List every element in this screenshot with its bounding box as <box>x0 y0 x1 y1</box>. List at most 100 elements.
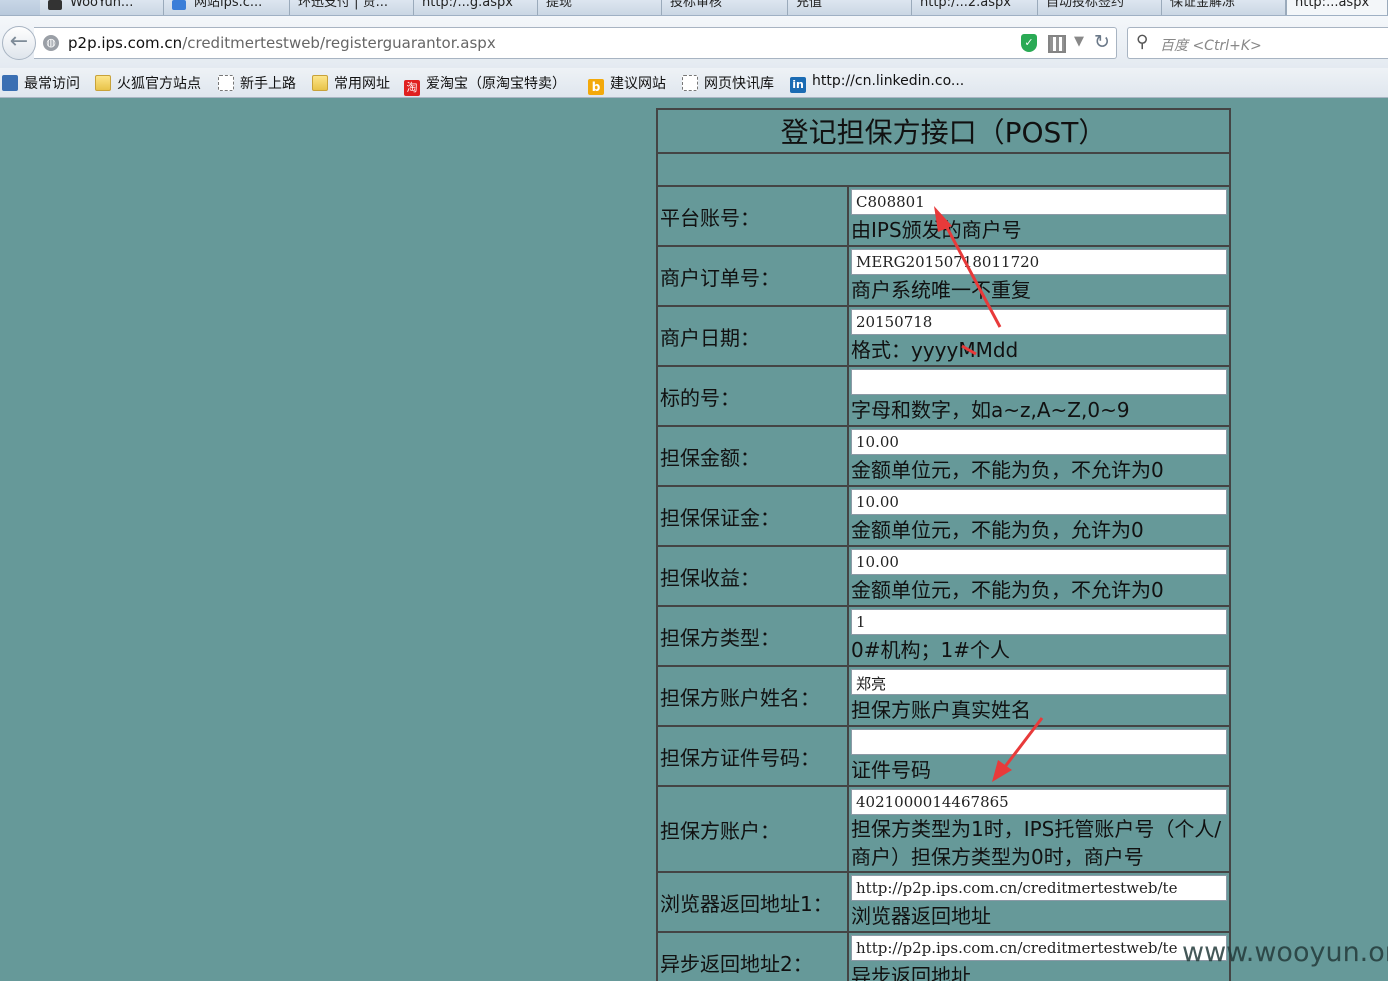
form-row-guarantor-account-name: 担保方账户姓名： 郑亮担保方账户真实姓名 <box>656 665 1231 727</box>
form-row-guarantee-amount: 担保金额： 10.00 金额单位元，不能为负，不允许为0 <box>656 425 1231 487</box>
tab-ips-pay[interactable]: 环迅支付 | 贷... <box>290 0 414 15</box>
field-label: 担保金额： <box>656 425 849 487</box>
field-hint: 0#机构；1#个人 <box>851 638 1010 662</box>
bookmark-firefox-site[interactable]: 火狐官方站点 <box>95 73 201 93</box>
bookmark-suggested-sites[interactable]: b 建议网站 <box>588 73 666 95</box>
bookmark-aitaobao[interactable]: 淘爱淘宝（原淘宝特卖） <box>404 73 566 96</box>
tab-deposit-unfreeze[interactable]: 保证金解冻 <box>1162 0 1286 15</box>
bookmark-getting-started[interactable]: 新手上路 <box>218 73 296 93</box>
form-row-guarantor-id-no: 担保方证件号码： 证件号码 <box>656 725 1231 787</box>
tab-page-g[interactable]: http:/...g.aspx <box>414 0 538 15</box>
address-bar[interactable]: ◍ p2p.ips.com.cn/creditmertestweb/regist… <box>34 27 1117 59</box>
field-hint: 担保方账户真实姓名 <box>851 698 1031 722</box>
form-row-bid-no: 标的号： 字母和数字，如a~z,A~Z,0~9 <box>656 365 1231 427</box>
bing-icon: b <box>588 79 604 95</box>
bookmarks-bar: 最常访问 火狐官方站点 新手上路 常用网址 淘爱淘宝（原淘宝特卖） b 建议网站 … <box>0 68 1388 98</box>
tab-bar: WooYun... 网站ips.c... 环迅支付 | 贷... http:/.… <box>0 0 1388 16</box>
tab-bid-review[interactable]: 投标审核 <box>662 0 788 15</box>
merchant-order-no-input[interactable]: MERG20150718011720 <box>851 249 1227 275</box>
platform-account-input[interactable]: C808801 <box>851 189 1227 215</box>
field-hint: 金额单位元，不能为负，不允许为0 <box>851 458 1164 482</box>
tab-active[interactable]: http:...aspx <box>1286 0 1388 15</box>
form-row-browser-return-url: 浏览器返回地址1： http://p2p.ips.com.cn/creditme… <box>656 871 1231 933</box>
page-icon <box>218 75 234 91</box>
field-label: 商户日期： <box>656 305 849 367</box>
field-hint: 异步返回地址 <box>851 964 971 981</box>
merchant-date-input[interactable]: 20150718 <box>851 309 1227 335</box>
ips-favicon-icon <box>172 0 186 10</box>
reload-icon[interactable]: ↻ <box>1094 31 1110 53</box>
browser-return-url-input[interactable]: http://p2p.ips.com.cn/creditmertestweb/t… <box>851 875 1227 901</box>
field-hint: 证件号码 <box>851 758 931 782</box>
guarantor-account-name-input[interactable]: 郑亮 <box>851 669 1227 695</box>
form-row-merchant-order-no: 商户订单号： MERG20150718011720 商户系统唯一不重复 <box>656 245 1231 307</box>
field-label: 平台账号： <box>656 185 849 247</box>
form-spacer-row <box>656 152 1231 187</box>
field-hint: 金额单位元，不能为负，允许为0 <box>851 518 1144 542</box>
watermark: www.wooyun.org <box>1182 937 1388 968</box>
guarantee-deposit-input[interactable]: 10.00 <box>851 489 1227 515</box>
guarantor-id-no-input[interactable] <box>851 729 1227 755</box>
field-hint: 字母和数字，如a~z,A~Z,0~9 <box>851 398 1130 422</box>
tab-withdraw[interactable]: 提现 <box>538 0 662 15</box>
form-row-guarantor-type: 担保方类型： 1 0#机构；1#个人 <box>656 605 1231 667</box>
tab-auto-bid-sign[interactable]: 自动投标签约 <box>1038 0 1162 15</box>
form-row-guarantee-deposit: 担保保证金： 10.00 金额单位元，不能为负，允许为0 <box>656 485 1231 547</box>
guarantor-account-input[interactable]: 4021000014467865 <box>851 789 1227 815</box>
field-hint: 商户系统唯一不重复 <box>851 278 1031 302</box>
field-hint: 浏览器返回地址 <box>851 904 991 928</box>
guarantor-type-input[interactable]: 1 <box>851 609 1227 635</box>
search-placeholder: 百度 <Ctrl+K> <box>1160 38 1262 54</box>
globe-icon: ◍ <box>43 35 59 51</box>
field-label: 担保方账户姓名： <box>656 665 849 727</box>
navigation-bar: ◍ p2p.ips.com.cn/creditmertestweb/regist… <box>0 16 1388 68</box>
field-hint: 金额单位元，不能为负，不允许为0 <box>851 578 1164 602</box>
async-return-url-input[interactable]: http://p2p.ips.com.cn/creditmertestweb/t… <box>851 935 1227 961</box>
wooyun-favicon-icon <box>48 0 62 10</box>
search-icon: ⚲ <box>1136 32 1149 52</box>
arrow-left-icon: ← <box>9 29 29 54</box>
field-label: 担保收益： <box>656 545 849 607</box>
linkedin-icon: in <box>790 77 806 93</box>
field-hint: 格式：yyyyMMdd <box>851 338 1019 362</box>
field-label: 担保方账户： <box>656 785 849 873</box>
bookmark-linkedin[interactable]: in http://cn.linkedin.co... <box>790 73 964 93</box>
bid-no-input[interactable] <box>851 369 1227 395</box>
qr-code-icon[interactable] <box>1048 35 1066 53</box>
guarantor-form-table: 登记担保方接口（POST） 平台账号： C808801 由IPS颁发的商户号 商户… <box>656 108 1231 981</box>
guarantee-amount-input[interactable]: 10.00 <box>851 429 1227 455</box>
form-row-guarantee-income: 担保收益： 10.00 金额单位元，不能为负，不允许为0 <box>656 545 1231 607</box>
field-label: 标的号： <box>656 365 849 427</box>
taobao-icon: 淘 <box>404 80 420 96</box>
field-label: 担保方证件号码： <box>656 725 849 787</box>
field-label: 浏览器返回地址1： <box>656 871 849 933</box>
most-visited-icon <box>2 75 18 91</box>
form-title: 登记担保方接口（POST） <box>656 108 1231 154</box>
field-label: 商户订单号： <box>656 245 849 307</box>
chevron-down-icon[interactable]: ▼ <box>1074 34 1084 49</box>
tab-recharge[interactable]: 充值 <box>788 0 912 15</box>
tab-page-2[interactable]: http:/...2.aspx <box>912 0 1038 15</box>
shield-icon[interactable]: ✓ <box>1021 34 1037 52</box>
field-label: 担保保证金： <box>656 485 849 547</box>
folder-icon <box>312 75 328 91</box>
bookmark-common-sites[interactable]: 常用网址 <box>312 73 390 93</box>
guarantee-income-input[interactable]: 10.00 <box>851 549 1227 575</box>
field-hint: 由IPS颁发的商户号 <box>851 218 1022 242</box>
bookmark-most-visited[interactable]: 最常访问 <box>2 73 80 93</box>
field-label: 异步返回地址2： <box>656 931 849 981</box>
bookmark-web-slices[interactable]: 网页快讯库 <box>682 73 774 93</box>
form-row-async-return-url: 异步返回地址2： http://p2p.ips.com.cn/creditmer… <box>656 931 1231 981</box>
page-icon <box>682 75 698 91</box>
folder-icon <box>95 75 111 91</box>
field-label: 担保方类型： <box>656 605 849 667</box>
address-url[interactable]: p2p.ips.com.cn/creditmertestweb/register… <box>68 34 496 52</box>
form-row-guarantor-account: 担保方账户： 4021000014467865 担保方类型为1时，IPS托管账户号… <box>656 785 1231 873</box>
form-row-platform-account: 平台账号： C808801 由IPS颁发的商户号 <box>656 185 1231 247</box>
back-button[interactable]: ← <box>2 26 36 60</box>
form-row-merchant-date: 商户日期： 20150718 格式：yyyyMMdd <box>656 305 1231 367</box>
tab-wooyun[interactable]: WooYun... <box>40 0 164 15</box>
tab-ips-site[interactable]: 网站ips.c... <box>164 0 290 15</box>
field-hint: 担保方类型为1时，IPS托管账户号（个人/商户）担保方类型为0时，商户号 <box>851 817 1222 869</box>
search-box[interactable]: ⚲ 百度 <Ctrl+K> <box>1127 27 1388 59</box>
